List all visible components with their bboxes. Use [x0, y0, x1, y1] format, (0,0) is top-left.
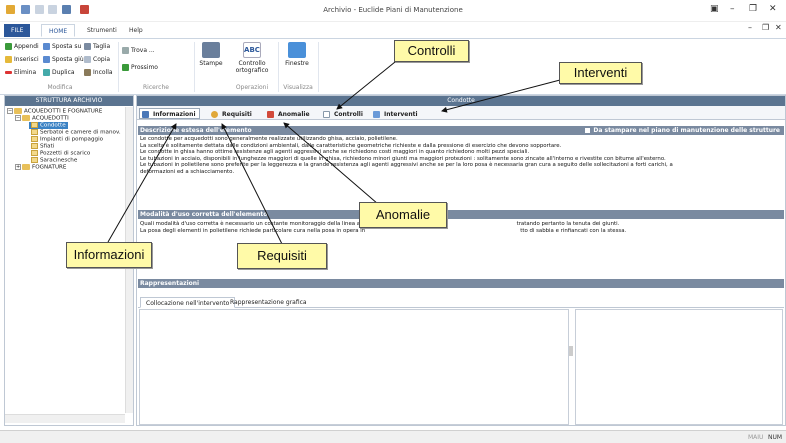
group-label-visualizza: Visualizza — [283, 84, 313, 91]
element-icon — [31, 143, 38, 149]
tree-node-acquedotti[interactable]: − ACQUEDOTTI — [15, 115, 69, 122]
tab-controlli[interactable]: Controlli — [320, 108, 367, 119]
tree-node-serbatoi[interactable]: Serbatoi e camere di manov. — [31, 129, 121, 136]
group-separator — [318, 42, 319, 92]
doc-close-icon[interactable]: ✕ — [775, 23, 782, 32]
group-separator — [118, 42, 119, 92]
group-separator — [278, 42, 279, 92]
tree-node-sfiati[interactable]: Sfiati — [31, 143, 54, 150]
element-icon — [31, 122, 38, 128]
tab-help[interactable]: Help — [122, 24, 150, 37]
tree-horizontal-scrollbar[interactable] — [5, 414, 125, 423]
element-icon — [31, 136, 38, 142]
ribbon-tabs: FILE HOME Strumenti Help – ❐ ✕ — [0, 22, 786, 38]
info-icon — [142, 111, 149, 118]
splitter-handle[interactable] — [569, 346, 573, 356]
collocazione-pane[interactable] — [139, 309, 569, 425]
tree-node-fognature[interactable]: + FOGNATURE — [15, 164, 66, 171]
maximize-icon[interactable]: ❐ — [749, 4, 757, 14]
printer-icon — [202, 42, 220, 58]
element-detail-panel: Condotte Informazioni Requisiti Anomalie… — [136, 95, 786, 426]
doc-minimize-icon[interactable]: – — [748, 23, 752, 32]
spellcheck-icon: ABC — [243, 42, 261, 58]
tab-informazioni[interactable]: Informazioni — [139, 108, 200, 119]
doc-restore-icon[interactable]: ❐ — [762, 23, 769, 32]
preview-pane[interactable] — [575, 309, 783, 425]
caps-indicator: MAIU — [748, 434, 764, 441]
rappresentazioni-tabs: Collocazione nell'intervento Rappresenta… — [138, 296, 784, 308]
element-icon — [31, 129, 38, 135]
interventi-icon — [373, 111, 380, 118]
status-bar: MAIU NUM — [0, 430, 786, 443]
trova-button[interactable]: Trova ... — [122, 47, 155, 54]
group-label-operazioni: Operazioni — [235, 84, 269, 91]
appendi-button[interactable]: Appendi — [5, 43, 39, 50]
ribbon: Appendi Inserisci Elimina Sposta su Spos… — [0, 38, 786, 95]
tree-node-pozzetti-scarico[interactable]: Pozzetti di scarico — [31, 150, 90, 157]
tab-home[interactable]: HOME — [41, 24, 76, 37]
callout-informazioni: Informazioni — [66, 242, 152, 268]
controllo-ortografico-button[interactable]: ABC Controllo ortografico — [232, 42, 272, 74]
modalita-text[interactable]: Quali modalità d'uso corretta è necessar… — [140, 221, 782, 234]
inserisci-button[interactable]: Inserisci — [5, 56, 39, 63]
callout-interventi: Interventi — [559, 62, 642, 84]
anomalie-icon — [267, 111, 274, 118]
panel-header: STRUTTURA ARCHIVIO — [5, 96, 133, 106]
folder-icon — [14, 108, 22, 114]
descrizione-text[interactable]: Le condotte per acquedotti sono generalm… — [140, 136, 782, 176]
folder-icon — [22, 115, 30, 121]
tree-node-acquedotti-e-fognature[interactable]: − ACQUEDOTTI E FOGNATURE — [7, 108, 102, 115]
elimina-button[interactable]: Elimina — [5, 69, 36, 76]
detail-tabs: Informazioni Requisiti Anomalie Controll… — [137, 106, 785, 120]
finestre-button[interactable]: Finestre — [282, 42, 312, 67]
callout-requisiti: Requisiti — [237, 243, 327, 269]
tree-node-impianti-pompaggio[interactable]: Impianti di pompaggio — [31, 136, 103, 143]
tab-anomalie[interactable]: Anomalie — [264, 108, 314, 119]
num-indicator: NUM — [768, 434, 783, 441]
controlli-icon — [323, 111, 330, 118]
sposta-su-button[interactable]: Sposta su — [43, 43, 81, 50]
element-title: Condotte — [137, 96, 785, 106]
section-header-modalita: Modalità d'uso corretta dell'elemento — [138, 210, 784, 219]
tab-strumenti[interactable]: Strumenti — [80, 24, 124, 37]
stampa-checkbox[interactable]: Da stampare nel piano di manutenzione de… — [585, 126, 780, 135]
tab-file[interactable]: FILE — [4, 24, 31, 37]
tree-node-condotte[interactable]: Condotte — [29, 122, 68, 129]
section-header-descrizione: Descrizione estesa dell'elemento Da stam… — [138, 126, 784, 135]
collapse-icon[interactable]: − — [15, 115, 21, 121]
stampe-button[interactable]: Stampe — [198, 42, 224, 67]
collapse-icon[interactable]: − — [7, 108, 13, 114]
element-icon — [31, 150, 38, 156]
window-title: Archivio - Euclide Piani di Manutenzione — [323, 6, 463, 14]
requisiti-icon — [211, 111, 218, 118]
group-label-modifica: Modifica — [47, 84, 73, 91]
folder-icon — [22, 164, 30, 170]
tab-requisiti[interactable]: Requisiti — [208, 108, 256, 119]
taglia-button[interactable]: Taglia — [84, 43, 110, 50]
section-header-rappresentazioni: Rappresentazioni — [138, 279, 784, 288]
group-separator — [194, 42, 195, 92]
tab-rappresentazione-grafica[interactable]: Rappresentazione grafica — [225, 297, 312, 308]
checkbox-icon[interactable] — [585, 128, 591, 133]
prossimo-button[interactable]: Prossimo — [122, 64, 158, 71]
incolla-button[interactable]: Incolla — [84, 69, 113, 76]
callout-controlli: Controlli — [394, 40, 469, 62]
tab-collocazione[interactable]: Collocazione nell'intervento — [140, 297, 236, 308]
windows-icon — [288, 42, 306, 58]
title-bar: Archivio - Euclide Piani di Manutenzione… — [0, 0, 786, 22]
tab-interventi[interactable]: Interventi — [370, 108, 422, 119]
duplica-button[interactable]: Duplica — [43, 69, 75, 76]
minimize-icon[interactable]: – — [730, 4, 735, 14]
tree-node-saracinesche[interactable]: Saracinesche — [31, 157, 77, 164]
expand-icon[interactable]: + — [15, 164, 21, 170]
sposta-giu-button[interactable]: Sposta giù — [43, 56, 84, 63]
close-icon[interactable]: ✕ — [769, 4, 777, 14]
callout-anomalie: Anomalie — [359, 202, 447, 228]
copia-button[interactable]: Copia — [84, 56, 110, 63]
ribbon-options-icon[interactable]: ▣ — [710, 4, 719, 14]
element-icon — [31, 157, 38, 163]
group-label-ricerche: Ricerche — [143, 84, 169, 91]
